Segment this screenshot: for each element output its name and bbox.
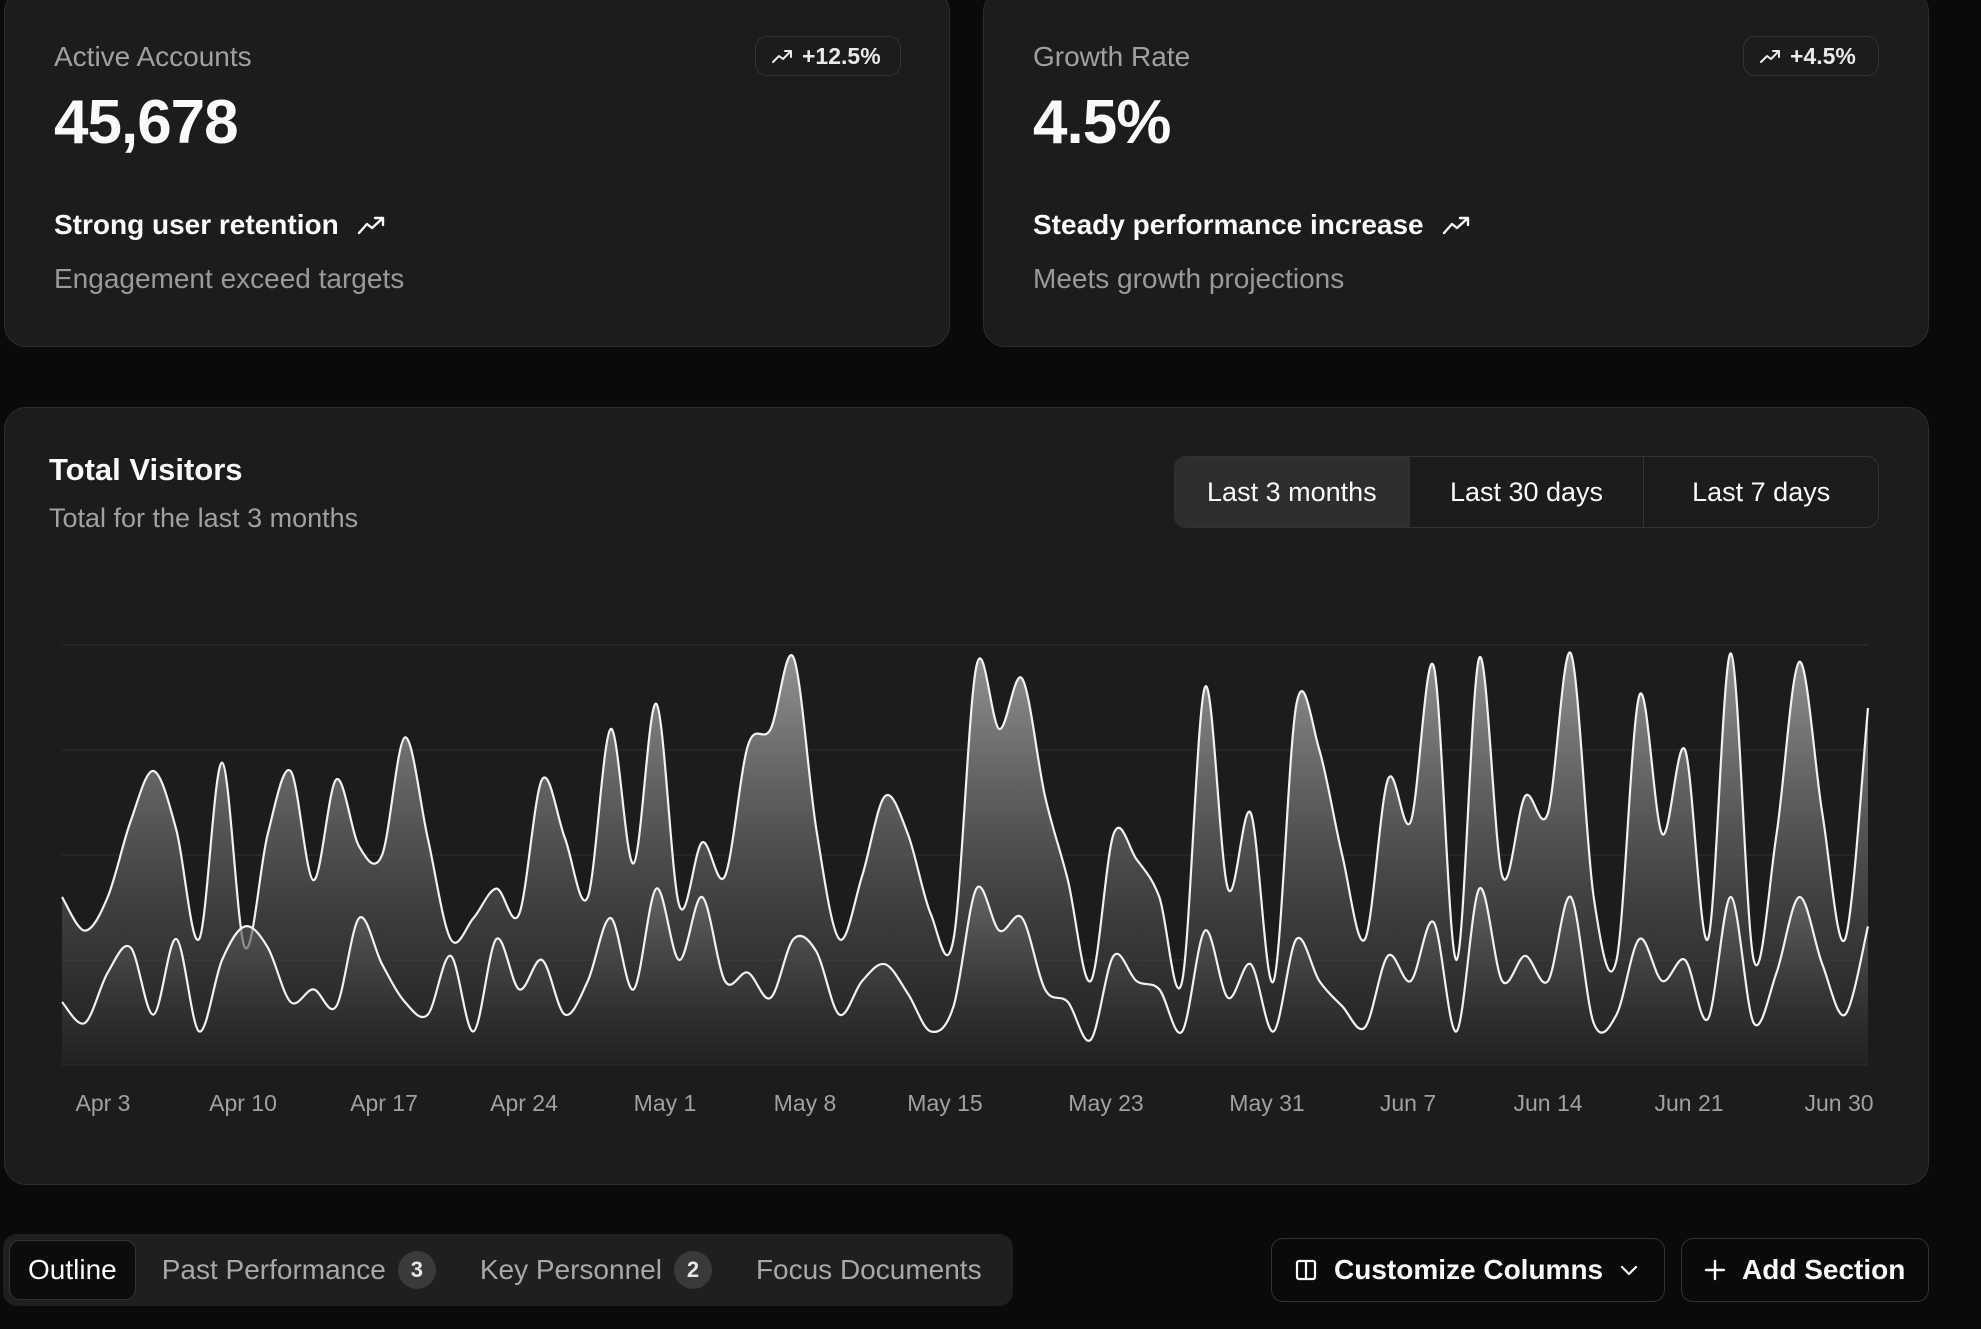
x-tick-label: Jun 21 <box>1654 1090 1723 1116</box>
x-tick-label: Apr 24 <box>490 1090 558 1116</box>
x-tick-label: Apr 17 <box>350 1090 418 1116</box>
tab-count-badge: 2 <box>673 1251 712 1289</box>
tab-label: Focus Documents <box>755 1254 982 1285</box>
tab-focus-documents[interactable]: Focus Documents <box>738 1241 1000 1299</box>
x-tick-label: Jun 30 <box>1804 1090 1873 1116</box>
x-tick-label: Jun 7 <box>1380 1090 1436 1116</box>
x-tick-label: May 15 <box>907 1090 982 1116</box>
chart-series <box>61 651 1870 1065</box>
section-tabs: Outline Past Performance 3 Key Personnel… <box>3 1234 1013 1306</box>
add-section-button[interactable]: Add Section <box>1681 1238 1929 1302</box>
columns-icon <box>1295 1259 1317 1281</box>
chevron-down-icon <box>1621 1265 1638 1276</box>
customize-columns-label: Customize Columns <box>1334 1254 1604 1285</box>
tab-count-badge: 3 <box>397 1251 436 1289</box>
x-tick-label: May 8 <box>774 1090 837 1116</box>
x-tick-label: May 1 <box>634 1090 697 1116</box>
add-section-label: Add Section <box>1742 1254 1906 1285</box>
tab-label: Key Personnel <box>479 1254 662 1285</box>
tab-outline[interactable]: Outline <box>9 1240 136 1300</box>
x-tick-label: Apr 10 <box>209 1090 277 1116</box>
x-tick-label: Jun 14 <box>1513 1090 1582 1116</box>
visitors-area-chart: Apr 3 Apr 10 Apr 17 Apr 24 May 1 May 8 May 15 M… <box>61 644 1874 1116</box>
tab-key-personnel[interactable]: Key Personnel 2 <box>462 1241 730 1299</box>
x-tick-label: Apr 3 <box>76 1090 131 1116</box>
plus-icon <box>1704 1259 1726 1281</box>
x-tick-label: May 23 <box>1068 1090 1143 1116</box>
tab-label: Outline <box>28 1254 117 1285</box>
x-tick-label: May 31 <box>1229 1090 1304 1116</box>
tab-label: Past Performance <box>161 1254 386 1285</box>
x-axis-ticks: Apr 3 Apr 10 Apr 17 Apr 24 May 1 May 8 May 15 M… <box>76 1090 1874 1116</box>
tab-past-performance[interactable]: Past Performance 3 <box>144 1241 454 1299</box>
customize-columns-button[interactable]: Customize Columns <box>1271 1238 1665 1302</box>
